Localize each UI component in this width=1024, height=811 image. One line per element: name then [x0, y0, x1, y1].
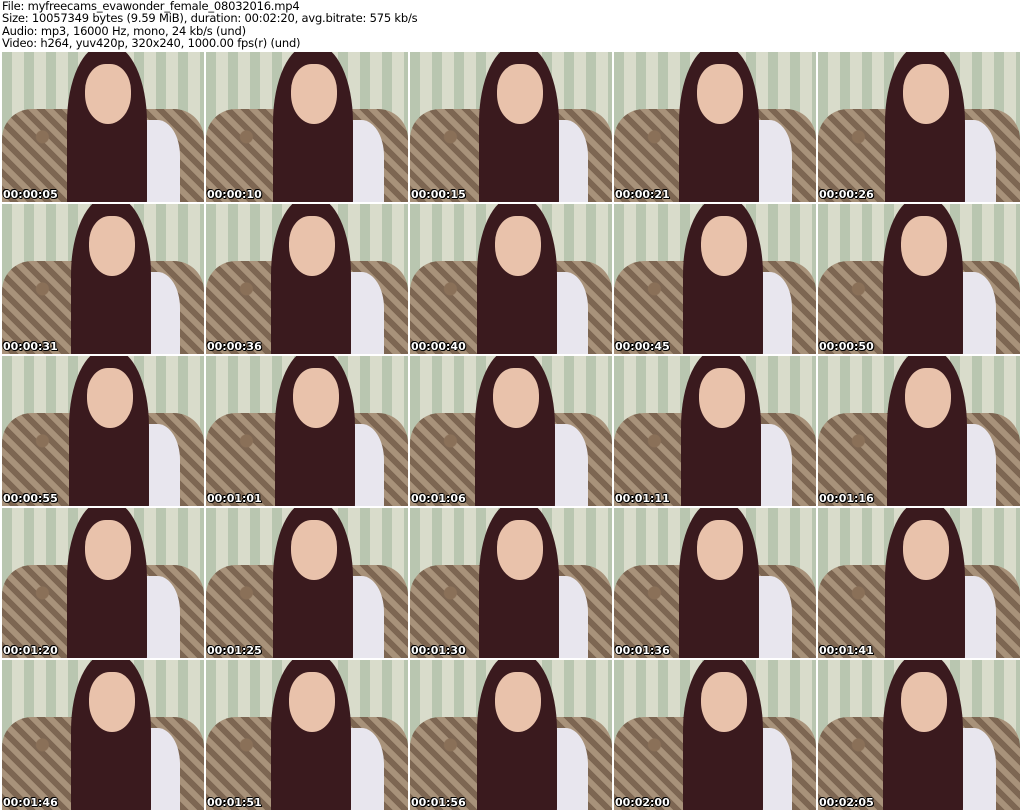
person-face [696, 64, 744, 124]
video-frame-thumbnail: 00:00:10 [206, 52, 408, 202]
frame-timestamp: 00:01:11 [615, 492, 670, 505]
frame-timestamp: 00:01:25 [207, 644, 262, 657]
file-info-header: File: myfreecams_evawonder_female_080320… [2, 0, 418, 50]
frame-timestamp: 00:01:01 [207, 492, 262, 505]
video-frame-thumbnail: 00:01:16 [818, 356, 1020, 506]
frame-timestamp: 00:02:00 [615, 796, 670, 809]
frame-timestamp: 00:01:51 [207, 796, 262, 809]
video-frame-thumbnail: 00:02:05 [818, 660, 1020, 810]
frame-timestamp: 00:01:41 [819, 644, 874, 657]
person-face [88, 216, 136, 276]
frame-timestamp: 00:01:06 [411, 492, 466, 505]
frame-timestamp: 00:01:46 [3, 796, 58, 809]
person-face [288, 216, 336, 276]
frame-timestamp: 00:00:10 [207, 188, 262, 201]
video-info: Video: h264, yuv420p, 320x240, 1000.00 f… [2, 35, 301, 50]
frame-timestamp: 00:00:40 [411, 340, 466, 353]
person-face [292, 368, 340, 428]
frame-timestamp: 00:00:36 [207, 340, 262, 353]
person-face [496, 520, 544, 580]
video-frame-thumbnail: 00:01:41 [818, 508, 1020, 658]
person-face [84, 520, 132, 580]
person-face [288, 672, 336, 732]
person-face [900, 216, 948, 276]
video-frame-thumbnail: 00:00:26 [818, 52, 1020, 202]
video-frame-thumbnail: 00:01:11 [614, 356, 816, 506]
frame-timestamp: 00:00:55 [3, 492, 58, 505]
video-frame-thumbnail: 00:00:21 [614, 52, 816, 202]
video-frame-thumbnail: 00:00:55 [2, 356, 204, 506]
video-frame-thumbnail: 00:01:01 [206, 356, 408, 506]
frame-timestamp: 00:01:30 [411, 644, 466, 657]
person-face [290, 64, 338, 124]
frame-timestamp: 00:01:16 [819, 492, 874, 505]
frame-timestamp: 00:01:56 [411, 796, 466, 809]
video-frame-thumbnail: 00:00:31 [2, 204, 204, 354]
frame-timestamp: 00:00:50 [819, 340, 874, 353]
video-frame-thumbnail: 00:01:06 [410, 356, 612, 506]
person-face [496, 64, 544, 124]
person-face [904, 368, 952, 428]
person-face [494, 672, 542, 732]
video-frame-thumbnail: 00:01:51 [206, 660, 408, 810]
person-face [290, 520, 338, 580]
video-frame-thumbnail: 00:01:36 [614, 508, 816, 658]
frame-timestamp: 00:01:36 [615, 644, 670, 657]
frame-timestamp: 00:01:20 [3, 644, 58, 657]
video-frame-thumbnail: 00:01:30 [410, 508, 612, 658]
person-face [86, 368, 134, 428]
video-frame-thumbnail: 00:00:05 [2, 52, 204, 202]
video-frame-thumbnail: 00:00:40 [410, 204, 612, 354]
video-frame-thumbnail: 00:01:56 [410, 660, 612, 810]
video-frame-thumbnail: 00:00:50 [818, 204, 1020, 354]
person-face [84, 64, 132, 124]
video-frame-thumbnail: 00:01:20 [2, 508, 204, 658]
person-face [88, 672, 136, 732]
video-frame-thumbnail: 00:02:00 [614, 660, 816, 810]
video-frame-thumbnail: 00:01:25 [206, 508, 408, 658]
video-frame-thumbnail: 00:01:46 [2, 660, 204, 810]
person-face [902, 520, 950, 580]
video-frame-thumbnail: 00:00:45 [614, 204, 816, 354]
video-frame-thumbnail: 00:00:36 [206, 204, 408, 354]
person-face [698, 368, 746, 428]
frame-timestamp: 00:00:26 [819, 188, 874, 201]
person-face [494, 216, 542, 276]
frame-timestamp: 00:02:05 [819, 796, 874, 809]
video-frame-thumbnail: 00:00:15 [410, 52, 612, 202]
person-face [700, 672, 748, 732]
frame-timestamp: 00:00:15 [411, 188, 466, 201]
person-face [700, 216, 748, 276]
frame-timestamp: 00:00:21 [615, 188, 670, 201]
person-face [900, 672, 948, 732]
person-face [902, 64, 950, 124]
thumbnail-grid: 00:00:05 00:00:10 00:00:15 00:00:21 00:00:26… [2, 52, 1020, 810]
person-face [492, 368, 540, 428]
file-size-info: Size: 10057349 bytes (9.59 MiB), duratio… [2, 11, 418, 26]
person-face [696, 520, 744, 580]
frame-timestamp: 00:00:45 [615, 340, 670, 353]
frame-timestamp: 00:00:05 [3, 188, 58, 201]
frame-timestamp: 00:00:31 [3, 340, 58, 353]
